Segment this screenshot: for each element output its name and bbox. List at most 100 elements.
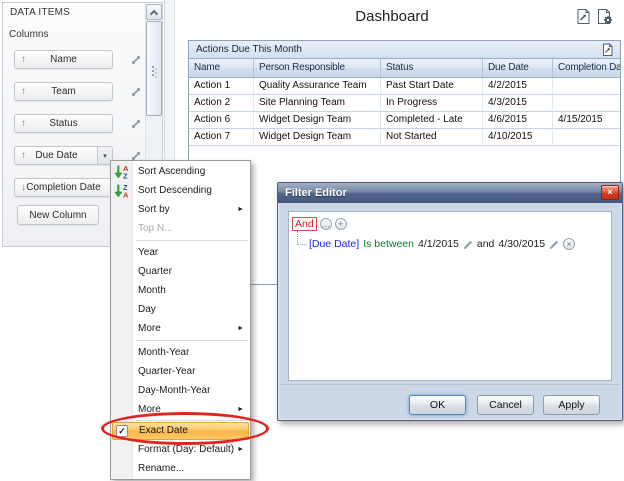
menu-item-label: More: [138, 323, 161, 334]
operator-and[interactable]: And: [292, 217, 317, 231]
grid-cell[interactable]: Completed - Late: [381, 112, 483, 129]
add-condition-icon[interactable]: +: [335, 218, 347, 230]
checkmark-icon: ✓: [116, 425, 128, 437]
grid-cell[interactable]: Action 2: [189, 95, 254, 112]
close-button[interactable]: ×: [601, 185, 619, 200]
remove-condition-icon[interactable]: ×: [563, 238, 575, 250]
scrollbar-thumb[interactable]: [146, 21, 162, 116]
menu-item-day-month-year[interactable]: Day-Month-Year: [111, 381, 250, 400]
grid-cell[interactable]: Not Started: [381, 129, 483, 146]
menu-item-sort-descending[interactable]: Z A Sort Descending: [111, 181, 250, 200]
scrollbar-up-button[interactable]: [146, 4, 162, 20]
grid-cell[interactable]: 4/6/2015: [483, 112, 553, 129]
column-item-label: Completion Date: [15, 182, 112, 193]
menu-item-month[interactable]: Month: [111, 281, 250, 300]
menu-item-label: Sort by: [138, 204, 170, 215]
menu-item-label: Quarter: [138, 266, 172, 277]
grid-header-cell[interactable]: Due Date: [483, 59, 553, 78]
menu-item-format[interactable]: Format (Day: Default) ►: [111, 440, 250, 459]
menu-item-label: Sort Ascending: [138, 166, 205, 177]
menu-item-rename[interactable]: Rename...: [111, 459, 250, 478]
condition-operator[interactable]: Is between: [363, 238, 414, 250]
sort-direction-down-icon: ↓: [21, 179, 26, 196]
edit-pencil-icon[interactable]: [463, 239, 473, 250]
grid-header-cell[interactable]: Completion Date: [553, 59, 620, 78]
menu-item-label: More: [138, 404, 161, 415]
menu-item-sort-ascending[interactable]: A Z Sort Ascending: [111, 162, 250, 181]
sort-direction-up-icon: ↑: [21, 147, 26, 164]
menu-item-quarter-year[interactable]: Quarter-Year: [111, 362, 250, 381]
grid-export-icon[interactable]: [601, 43, 615, 57]
submenu-arrow-icon: ►: [237, 400, 244, 419]
svg-text:Z: Z: [123, 172, 128, 180]
grid-cell[interactable]: Widget Design Team: [254, 112, 381, 129]
menu-item-month-year[interactable]: Month-Year: [111, 343, 250, 362]
grid-cell[interactable]: [553, 78, 620, 95]
column-item-team[interactable]: ↑ Team: [14, 82, 113, 101]
menu-item-exact-date[interactable]: ✓ Exact Date: [112, 422, 249, 440]
dropdown-arrow-icon: ▾: [103, 152, 107, 160]
grid-header-cell[interactable]: Name: [189, 59, 254, 78]
new-column-button[interactable]: New Column: [17, 205, 99, 225]
column-item-name[interactable]: ↑ Name: [14, 50, 113, 69]
dialog-titlebar[interactable]: Filter Editor ×: [278, 183, 622, 203]
menu-item-label: Format (Day: Default): [138, 444, 234, 455]
dashboard-designer-window: DATA ITEMS Columns ↑ Name ↑ Team ↑ Statu…: [0, 0, 624, 481]
grid-cell[interactable]: Action 7: [189, 129, 254, 146]
grid-row[interactable]: Action 7 Widget Design Team Not Started …: [189, 129, 620, 146]
condition-value-2[interactable]: 4/30/2015: [498, 238, 545, 250]
grid-header-cell[interactable]: Person Responsible: [254, 59, 381, 78]
column-item-status[interactable]: ↑ Status: [14, 114, 113, 133]
grid-row[interactable]: Action 6 Widget Design Team Completed - …: [189, 112, 620, 129]
grid-cell[interactable]: [553, 129, 620, 146]
grid-cell[interactable]: Quality Assurance Team: [254, 78, 381, 95]
axis-options-icon[interactable]: [129, 85, 143, 99]
grid-cell[interactable]: In Progress: [381, 95, 483, 112]
apply-button[interactable]: Apply: [543, 395, 600, 415]
cancel-button[interactable]: Cancel: [477, 395, 534, 415]
menu-item-year[interactable]: Year: [111, 243, 250, 262]
columns-section-label: Columns: [9, 29, 48, 40]
menu-item-more-2[interactable]: More ►: [111, 400, 250, 419]
filter-condition-area: And … + [Due Date] Is between 4/1/2015 a…: [288, 211, 612, 381]
grid-header-cell[interactable]: Status: [381, 59, 483, 78]
condition-field[interactable]: [Due Date]: [309, 238, 359, 250]
sort-ascending-icon: A Z: [114, 164, 130, 179]
menu-item-more-1[interactable]: More ►: [111, 319, 250, 338]
filter-condition-row: [Due Date] Is between 4/1/2015 and 4/30/…: [309, 238, 575, 250]
menu-item-top-n[interactable]: Top N...: [111, 219, 250, 238]
grid-cell[interactable]: 4/15/2015: [553, 112, 620, 129]
grid-cell[interactable]: Action 6: [189, 112, 254, 129]
grid-cell[interactable]: 4/2/2015: [483, 78, 553, 95]
edit-pencil-icon[interactable]: [549, 239, 559, 250]
submenu-arrow-icon: ►: [237, 200, 244, 219]
menu-item-label: Year: [138, 247, 158, 258]
menu-item-day[interactable]: Day: [111, 300, 250, 319]
grid-row[interactable]: Action 1 Quality Assurance Team Past Sta…: [189, 78, 620, 95]
grid-row[interactable]: Action 2 Site Planning Team In Progress …: [189, 95, 620, 112]
axis-options-icon[interactable]: [129, 53, 143, 67]
grid-cell[interactable]: [553, 95, 620, 112]
column-item-completion-date[interactable]: ↓ Completion Date: [14, 178, 113, 197]
menu-item-label: Day-Month-Year: [138, 385, 210, 396]
ok-button[interactable]: OK: [409, 395, 466, 415]
export-document-icon[interactable]: [575, 8, 593, 25]
grid-cell[interactable]: Action 1: [189, 78, 254, 95]
grid-caption-bar[interactable]: Actions Due This Month: [189, 41, 620, 59]
menu-item-sort-by[interactable]: Sort by ►: [111, 200, 250, 219]
menu-item-quarter[interactable]: Quarter: [111, 262, 250, 281]
grid-cell[interactable]: Site Planning Team: [254, 95, 381, 112]
condition-value-1[interactable]: 4/1/2015: [418, 238, 459, 250]
grid-cell[interactable]: Widget Design Team: [254, 129, 381, 146]
menu-item-label: Top N...: [138, 223, 172, 234]
dialog-footer-divider: [279, 384, 621, 385]
dashboard-settings-icon[interactable]: [596, 8, 614, 25]
menu-item-label: Day: [138, 304, 156, 315]
column-item-due-date[interactable]: ↑ Due Date ▾: [14, 146, 113, 165]
grid-cell[interactable]: 4/3/2015: [483, 95, 553, 112]
options-icon[interactable]: …: [320, 218, 332, 230]
grid-cell[interactable]: Past Start Date: [381, 78, 483, 95]
axis-options-icon[interactable]: [129, 117, 143, 131]
menu-item-label: Exact Date: [139, 425, 188, 436]
grid-cell[interactable]: 4/10/2015: [483, 129, 553, 146]
